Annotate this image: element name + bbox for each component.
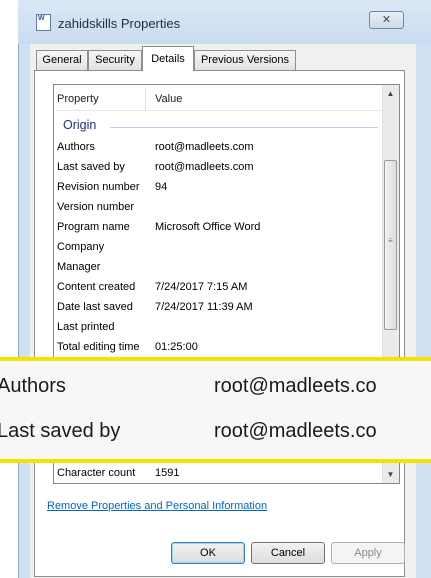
zoom-row-authors-value: root@madleets.co bbox=[214, 375, 377, 397]
tab-details[interactable]: Details bbox=[142, 46, 194, 71]
tab-security[interactable]: Security bbox=[88, 50, 142, 70]
row-last-saved-by-name[interactable]: Last saved by bbox=[57, 161, 125, 173]
cancel-button[interactable]: Cancel bbox=[251, 542, 325, 564]
tab-previous-versions[interactable]: Previous Versions bbox=[194, 50, 296, 70]
row-total-editing-time-value[interactable]: 01:25:00 bbox=[155, 341, 198, 353]
column-header-value[interactable]: Value bbox=[155, 88, 182, 110]
row-manager-name[interactable]: Manager bbox=[57, 261, 100, 273]
row-last-saved-by-value[interactable]: root@madleets.com bbox=[155, 161, 254, 173]
row-content-created-value[interactable]: 7/24/2017 7:15 AM bbox=[155, 281, 247, 293]
remove-properties-link[interactable]: Remove Properties and Personal Informati… bbox=[47, 500, 267, 512]
group-rule bbox=[110, 127, 378, 128]
scrollbar-thumb[interactable] bbox=[384, 160, 397, 330]
row-date-last-saved-name[interactable]: Date last saved bbox=[57, 301, 133, 313]
row-program-name-name[interactable]: Program name bbox=[57, 221, 130, 233]
word-document-icon: W bbox=[36, 14, 51, 31]
column-divider[interactable] bbox=[145, 88, 146, 110]
close-icon: ✕ bbox=[381, 14, 392, 26]
apply-button[interactable]: Apply bbox=[331, 542, 405, 564]
row-authors-name[interactable]: Authors bbox=[57, 141, 95, 153]
zoom-row-authors-name: Authors bbox=[0, 375, 66, 397]
row-revision-number-name[interactable]: Revision number bbox=[57, 181, 140, 193]
row-date-last-saved-value[interactable]: 7/24/2017 11:39 AM bbox=[155, 301, 253, 313]
zoom-row-last-saved-by-value: root@madleets.co bbox=[214, 420, 377, 442]
row-authors-value[interactable]: root@madleets.com bbox=[155, 141, 254, 153]
header-divider bbox=[55, 110, 382, 111]
tab-general[interactable]: General bbox=[36, 50, 88, 70]
row-character-count-name[interactable]: Character count bbox=[57, 467, 135, 479]
row-company-name[interactable]: Company bbox=[57, 241, 104, 253]
row-last-printed-name[interactable]: Last printed bbox=[57, 321, 114, 333]
scrollbar-grip-icon: ≡ bbox=[388, 236, 393, 245]
scroll-down-arrow-icon[interactable]: ▼ bbox=[382, 466, 399, 483]
magnified-callout: Authors root@madleets.co Last saved by r… bbox=[0, 357, 431, 463]
ok-button[interactable]: OK bbox=[171, 542, 245, 564]
row-program-name-value[interactable]: Microsoft Office Word bbox=[155, 221, 260, 233]
row-character-count-value[interactable]: 1591 bbox=[155, 467, 179, 479]
column-header-property[interactable]: Property bbox=[57, 88, 99, 110]
row-total-editing-time-name[interactable]: Total editing time bbox=[57, 341, 140, 353]
row-revision-number-value[interactable]: 94 bbox=[155, 181, 167, 193]
zoom-row-last-saved-by-name: Last saved by bbox=[0, 420, 121, 442]
close-button[interactable]: ✕ bbox=[369, 11, 404, 29]
scroll-up-arrow-icon[interactable]: ▲ bbox=[382, 85, 399, 102]
group-header-origin: Origin bbox=[63, 118, 97, 132]
window-title: zahidskills Properties bbox=[58, 16, 181, 31]
row-content-created-name[interactable]: Content created bbox=[57, 281, 135, 293]
row-version-number-name[interactable]: Version number bbox=[57, 201, 134, 213]
